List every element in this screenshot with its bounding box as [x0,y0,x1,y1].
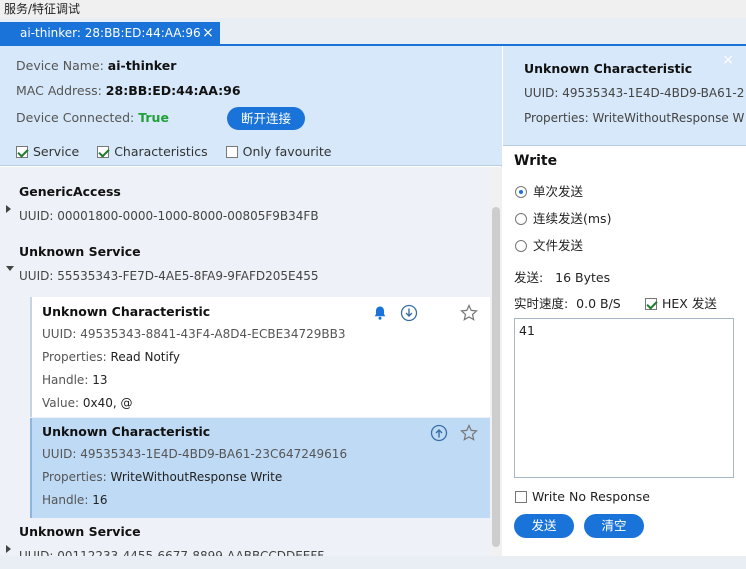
device-connected-value: True [138,110,169,125]
mac-address-row: MAC Address: 28:BB:ED:44:AA:96 [16,83,241,98]
characteristic-handle: Handle: 16 [42,493,107,507]
hex-send-label: HEX 发送 [662,296,717,311]
characteristic-item-selected[interactable]: Unknown Characteristic UUID: 49535343-1E… [30,418,490,518]
characteristics-filter-label: Characteristics [114,144,208,159]
sent-label: 发送: [514,270,544,285]
detail-properties: Properties: WriteWithoutResponse W [524,111,744,125]
single-send-radio[interactable] [515,186,527,198]
characteristic-uuid: UUID: 49535343-8841-43F4-A8D4-ECBE34729B… [42,327,346,341]
continuous-send-radio[interactable] [515,213,527,225]
characteristic-properties: Properties: Read Notify [42,350,180,364]
disconnect-button[interactable]: 断开连接 [227,107,305,130]
filter-bar: Service Characteristics Only favourite [16,144,345,159]
characteristic-title: Unknown Characteristic [42,424,211,439]
mode-continuous-send[interactable]: 连续发送(ms) [515,208,611,227]
read-download-icon[interactable] [400,304,418,322]
speed-label: 实时速度: [514,296,569,311]
device-connected-row: Device Connected: True [16,110,169,125]
mac-address-label: MAC Address: [16,83,102,98]
mode-label: 文件发送 [533,238,584,253]
file-send-radio[interactable] [515,240,527,252]
hex-send-option[interactable]: HEX 发送 [645,293,717,312]
hex-send-checkbox[interactable] [645,298,657,310]
detail-header: Unknown Characteristic UUID: 49535343-1E… [503,46,746,146]
tab-device[interactable]: ai-thinker: 28:BB:ED:44:AA:96 × [0,22,220,44]
write-no-response-checkbox[interactable] [515,491,527,503]
properties-label: Properties: [42,470,107,484]
sent-value: 16 Bytes [555,270,611,285]
characteristics-checkbox[interactable] [97,146,110,158]
sent-bytes: 发送: 16 Bytes [514,267,610,286]
mac-address-value: 28:BB:ED:44:AA:96 [105,83,241,98]
service-title[interactable]: Unknown Service [19,244,141,259]
notify-bell-icon[interactable] [372,305,388,321]
status-bar [0,556,746,569]
characteristic-properties: Properties: WriteWithoutResponse Write [42,470,282,484]
properties-label: Properties: [42,350,107,364]
handle-value: 13 [92,373,108,387]
characteristic-uuid: UUID: 49535343-1E4D-4BD9-BA61-23C6472496… [42,447,348,461]
detail-uuid: UUID: 49535343-1E4D-4BD9-BA61-23 [524,86,744,100]
expand-arrow-icon[interactable] [6,205,11,213]
service-title[interactable]: GenericAccess [19,184,121,199]
properties-value: Read Notify [110,350,180,364]
window-title: 服务/特征调试 [0,0,746,18]
clear-button[interactable]: 清空 [584,514,644,538]
service-checkbox[interactable] [16,146,28,158]
value-label: Value: [42,396,79,410]
close-icon[interactable]: × [722,52,734,68]
write-section-title: Write [514,153,558,169]
favourite-star-icon[interactable] [460,424,478,442]
expand-arrow-icon[interactable] [6,545,11,553]
detail-title: Unknown Characteristic [524,61,693,76]
value-value: 0x40, @ [82,396,133,410]
tab-strip: ai-thinker: 28:BB:ED:44:AA:96 × [0,18,746,46]
tree-scrollbar[interactable] [490,167,502,569]
device-name-label: Device Name: [16,58,104,73]
filter-characteristics[interactable]: Characteristics [97,144,208,159]
service-tree: GenericAccess UUID: 00001800-0000-1000-8… [0,167,490,569]
only-favourite-filter-label: Only favourite [242,144,332,159]
filter-only-favourite[interactable]: Only favourite [225,144,332,159]
characteristic-detail-pane: Unknown Characteristic UUID: 49535343-1E… [503,46,746,569]
characteristic-handle: Handle: 13 [42,373,107,387]
tab-close-icon[interactable]: × [201,22,215,44]
only-favourite-checkbox[interactable] [225,146,238,158]
tab-label: ai-thinker: 28:BB:ED:44:AA:96 [20,26,201,40]
characteristic-value: Value: 0x40, @ [42,396,132,410]
service-title[interactable]: Unknown Service [19,524,141,539]
mode-label: 连续发送(ms) [533,211,612,226]
mode-file-send[interactable]: 文件发送 [515,235,583,254]
mode-label: 单次发送 [533,184,584,199]
speed-value: 0.0 B/S [576,296,621,311]
handle-label: Handle: [42,373,89,387]
handle-value: 16 [92,493,108,507]
characteristic-item[interactable]: Unknown Characteristic UUID: 49535343-88… [30,297,490,417]
service-uuid: UUID: 55535343-FE7D-4AE5-8FA9-9FAFD205E4… [19,269,319,283]
device-connected-label: Device Connected: [16,110,135,125]
services-pane: Device Name: ai-thinker MAC Address: 28:… [0,46,502,569]
service-filter-label: Service [33,144,80,159]
service-uuid: UUID: 00001800-0000-1000-8000-00805F9B34… [19,209,319,223]
device-name-value: ai-thinker [107,58,177,73]
write-upload-icon[interactable] [430,424,448,442]
characteristic-title: Unknown Characteristic [42,304,211,319]
write-no-response-option[interactable]: Write No Response [515,489,650,504]
filter-service[interactable]: Service [16,144,79,159]
write-no-response-label: Write No Response [532,489,650,504]
favourite-star-icon[interactable] [460,304,478,322]
properties-value: WriteWithoutResponse Write [110,470,283,484]
mode-single-send[interactable]: 单次发送 [515,181,583,200]
collapse-arrow-icon[interactable] [6,266,14,271]
handle-label: Handle: [42,493,89,507]
device-info-panel: Device Name: ai-thinker MAC Address: 28:… [0,46,502,166]
realtime-speed: 实时速度: 0.0 B/S [514,293,621,312]
send-button[interactable]: 发送 [514,514,574,538]
scrollbar-thumb[interactable] [492,207,500,547]
write-data-input[interactable]: 41 [514,318,734,478]
device-name-row: Device Name: ai-thinker [16,58,176,73]
